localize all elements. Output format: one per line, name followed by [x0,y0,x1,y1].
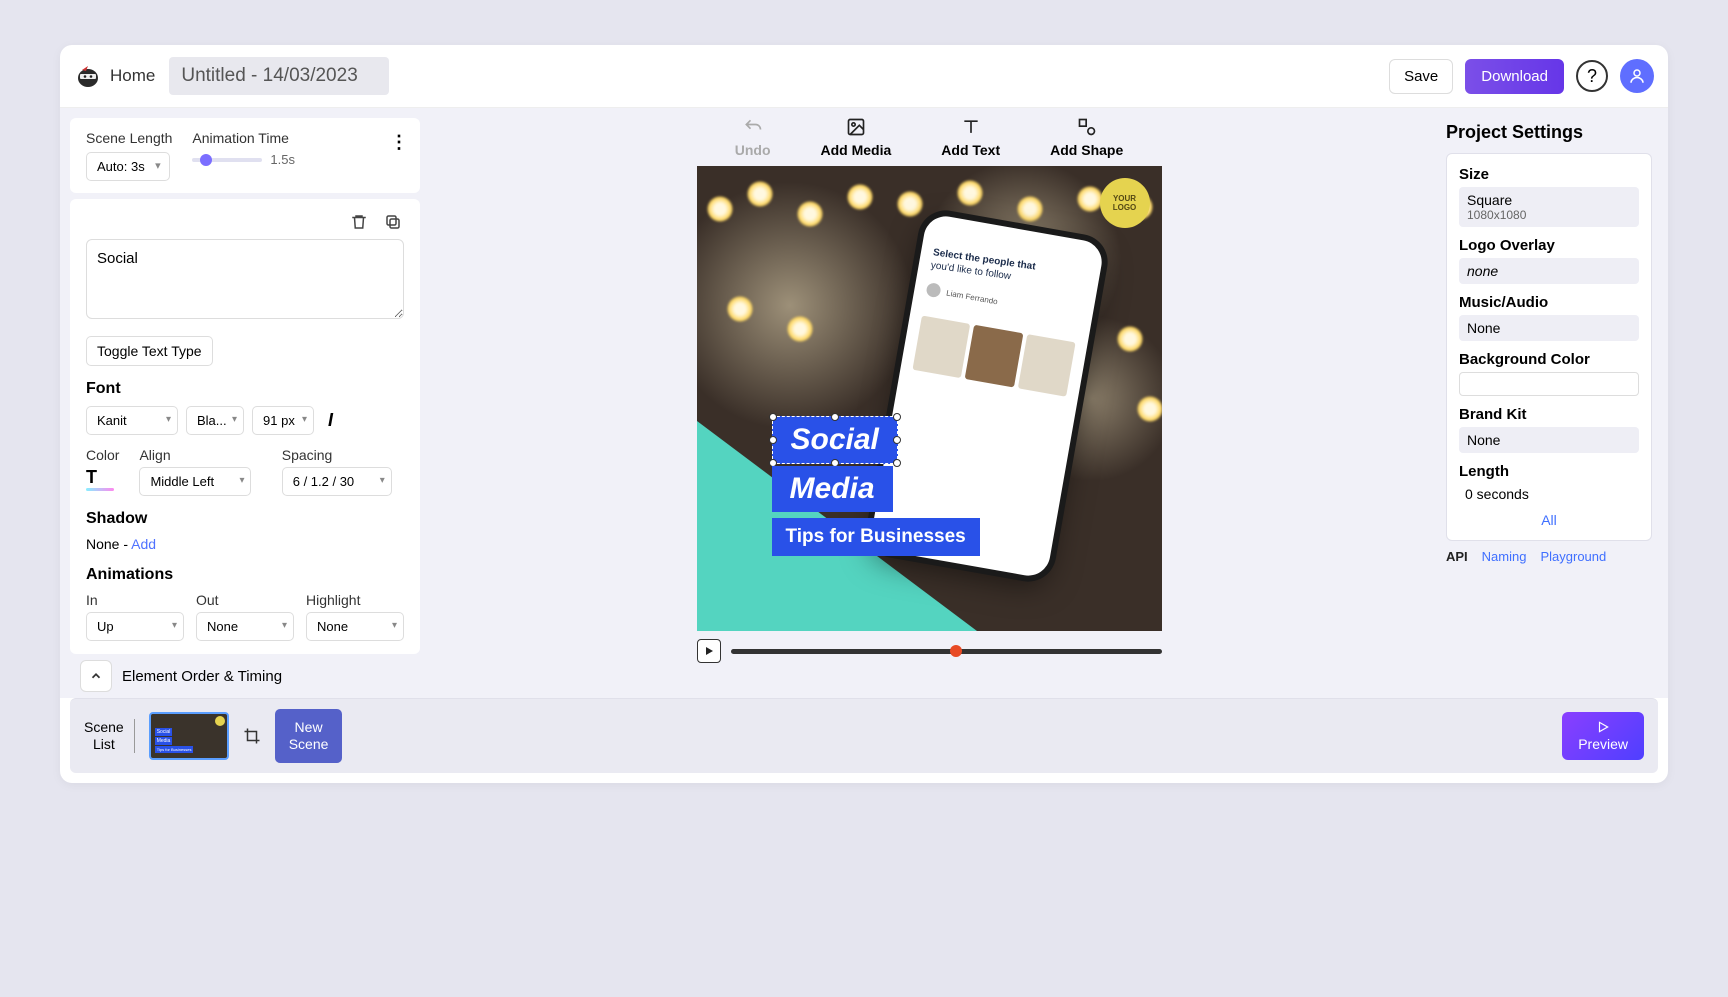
align-label: Align [139,447,261,463]
download-button[interactable]: Download [1465,59,1564,94]
crop-icon[interactable] [243,727,261,745]
timeline [697,639,1162,663]
length-value: 0 seconds [1459,484,1639,512]
preview-button[interactable]: Preview [1562,712,1644,760]
align-dropdown[interactable]: Middle Left [139,467,251,496]
shadow-value: None - Add [86,536,404,552]
canvas[interactable]: Select the people that you'd like to fol… [697,166,1162,631]
undo-icon [742,116,764,138]
canvas-toolbar: Undo Add Media Add Text Add Shape [735,116,1124,158]
size-label: Size [1459,166,1639,183]
help-button[interactable]: ? [1576,60,1608,92]
main-area: Scene Length Auto: 3s Animation Time 1.5… [60,108,1668,698]
all-settings-link[interactable]: All [1459,512,1639,528]
shadow-add-link[interactable]: Add [131,536,156,552]
color-label: Color [86,447,119,463]
brand-kit-value[interactable]: None [1459,427,1639,453]
text-color-picker[interactable]: T [86,467,114,489]
user-avatar-button[interactable] [1620,59,1654,93]
logo-badge: YOURLOGO [1100,178,1150,228]
project-title-input[interactable] [169,57,389,95]
right-links: API Naming Playground [1446,549,1652,564]
size-value[interactable]: Square 1080x1080 [1459,187,1639,227]
font-size-dropdown[interactable]: 91 px [252,406,314,435]
canvas-text-media[interactable]: Media [772,466,893,512]
font-section-label: Font [86,380,404,398]
spacing-label: Spacing [282,447,404,463]
delete-icon[interactable] [348,211,370,233]
duplicate-icon[interactable] [382,211,404,233]
collapse-icon[interactable] [80,660,112,692]
element-order-label: Element Order & Timing [122,668,282,685]
toggle-text-type-button[interactable]: Toggle Text Type [86,336,213,366]
scene-list-label: Scene List [84,719,135,753]
anim-in-dropdown[interactable]: Up [86,612,184,641]
center-panel: Undo Add Media Add Text Add Shape [420,108,1438,698]
api-link[interactable]: API [1446,549,1468,564]
right-panel: Project Settings Size Square 1080x1080 L… [1438,108,1668,698]
playhead[interactable] [950,645,962,657]
text-editor-card: Social Toggle Text Type Font Kanit Bla..… [70,199,420,654]
play-button[interactable] [697,639,721,663]
save-button[interactable]: Save [1389,59,1453,94]
shape-icon [1076,116,1098,138]
music-label: Music/Audio [1459,294,1639,311]
length-label: Length [1459,463,1639,480]
timeline-track[interactable] [731,649,1162,654]
text-content-input[interactable]: Social [86,239,404,319]
scene-more-menu[interactable]: ⋮ [390,132,408,153]
app-window: Home Save Download ? Scene Length Auto: … [60,45,1668,783]
anim-highlight-label: Highlight [306,592,404,608]
footer: Scene List SocialMediaTips for Businesse… [70,698,1658,773]
home-link[interactable]: Home [110,66,155,86]
spacing-dropdown[interactable]: 6 / 1.2 / 30 [282,467,392,496]
header: Home Save Download ? [60,45,1668,108]
font-weight-dropdown[interactable]: Bla... [186,406,244,435]
anim-highlight-dropdown[interactable]: None [306,612,404,641]
undo-button[interactable]: Undo [735,116,771,158]
image-icon [845,116,867,138]
font-family-dropdown[interactable]: Kanit [86,406,178,435]
shadow-section-label: Shadow [86,510,404,528]
canvas-text-tips[interactable]: Tips for Businesses [772,518,980,556]
left-panel: Scene Length Auto: 3s Animation Time 1.5… [60,108,420,698]
scene-thumbnail-1[interactable]: SocialMediaTips for Businesses [149,712,229,760]
anim-in-label: In [86,592,184,608]
music-value[interactable]: None [1459,315,1639,341]
animation-time-label: Animation Time [192,130,295,146]
anim-out-dropdown[interactable]: None [196,612,294,641]
scene-settings-card: Scene Length Auto: 3s Animation Time 1.5… [70,118,420,193]
canvas-text-social[interactable]: Social [772,416,898,464]
add-media-button[interactable]: Add Media [821,116,892,158]
settings-card: Size Square 1080x1080 Logo Overlay none … [1446,153,1652,541]
add-text-button[interactable]: Add Text [941,116,1000,158]
text-icon [960,116,982,138]
add-shape-button[interactable]: Add Shape [1050,116,1123,158]
anim-out-label: Out [196,592,294,608]
logo-overlay-label: Logo Overlay [1459,237,1639,254]
brand-kit-label: Brand Kit [1459,406,1639,423]
animations-section-label: Animations [86,566,404,584]
animation-time-slider[interactable] [192,158,262,162]
new-scene-button[interactable]: New Scene [275,709,343,763]
italic-toggle[interactable]: I [322,410,339,431]
project-settings-title: Project Settings [1446,122,1652,143]
bg-color-picker[interactable] [1459,372,1639,396]
animation-time-value: 1.5s [270,152,295,167]
scene-length-label: Scene Length [86,130,172,146]
logo-overlay-value[interactable]: none [1459,258,1639,284]
app-logo-icon [74,62,102,90]
element-order-bar[interactable]: Element Order & Timing [70,654,420,698]
play-icon [1595,720,1611,734]
bg-color-label: Background Color [1459,351,1639,368]
naming-link[interactable]: Naming [1482,549,1527,564]
scene-length-dropdown[interactable]: Auto: 3s [86,152,170,181]
playground-link[interactable]: Playground [1540,549,1606,564]
